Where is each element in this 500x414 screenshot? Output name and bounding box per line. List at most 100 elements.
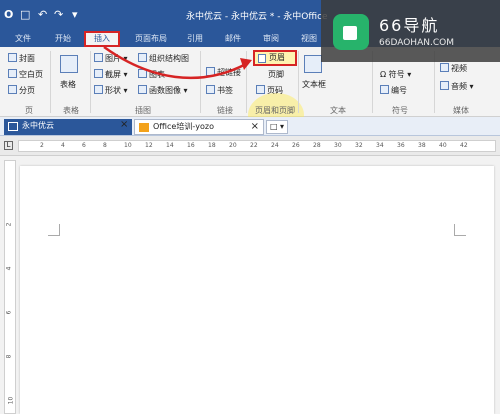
word-processor-window: O □ ↶ ↷ ▾ 永中优云 - 永中优云 * - 永中Office 文件 开始… [0, 0, 500, 414]
header-button[interactable]: 页眉 [253, 50, 297, 66]
document-page[interactable] [20, 166, 494, 414]
audio-label: 音频 [451, 82, 467, 91]
function-graph-button[interactable]: 函数图像 ▾ [138, 85, 188, 97]
shape-icon [94, 85, 103, 94]
undo-icon[interactable]: ↶ [38, 8, 47, 21]
textbox-button[interactable]: 文本框 [302, 79, 326, 91]
vertical-ruler: 2 4 6 8 10 [4, 160, 16, 414]
cover-icon [8, 53, 17, 62]
audio-icon [440, 81, 449, 90]
tab-insert[interactable]: 插入 [84, 31, 120, 47]
tab-stop-selector[interactable]: L [4, 141, 13, 150]
group-label-symbol: 符号 [392, 106, 408, 115]
ruler-mark: 16 [187, 142, 195, 149]
vertical-ruler-mark: 4 [5, 266, 13, 271]
close-tab-icon[interactable]: × [120, 119, 128, 130]
vertical-ruler-mark: 8 [5, 354, 13, 359]
page-number-button[interactable]: 页码 [256, 85, 283, 97]
page-break-label: 分页 [19, 86, 35, 95]
ruler-mark: 40 [439, 142, 447, 149]
blank-page-button[interactable]: 空白页 [8, 69, 43, 81]
hyperlink-label: 超链接 [217, 68, 241, 77]
ruler-mark: 26 [292, 142, 300, 149]
app-logo: O [4, 8, 14, 21]
org-chart-label: 组织结构图 [149, 54, 189, 63]
org-chart-icon [138, 53, 147, 62]
picture-button[interactable]: 图片 ▾ [94, 53, 128, 65]
audio-button[interactable]: 音频 ▾ [440, 81, 474, 93]
document-tabs: 永中优云 × Office培训-yozo × □ ▾ [0, 117, 500, 136]
page-number-icon [256, 85, 265, 94]
ruler-mark: 8 [103, 142, 107, 149]
numbering-label: 编号 [391, 86, 407, 95]
ruler-mark: 20 [229, 142, 237, 149]
site-watermark: 66导航 66DAOHAN.COM [321, 0, 500, 62]
screenshot-button[interactable]: 截屏 ▾ [94, 69, 128, 81]
tab-mailings[interactable]: 邮件 [218, 32, 248, 46]
page-break-icon [8, 85, 17, 94]
vertical-ruler-mark: 6 [5, 310, 13, 315]
group-label-link: 链接 [217, 106, 233, 115]
numbering-button[interactable]: 编号 [380, 85, 407, 97]
footer-label: 页脚 [268, 70, 284, 79]
bookmark-button[interactable]: 书签 [206, 85, 233, 97]
org-chart-button[interactable]: 组织结构图 [138, 53, 189, 65]
shape-button[interactable]: 形状 ▾ [94, 85, 128, 97]
blank-page-label: 空白页 [19, 70, 43, 79]
window-title: 永中优云 - 永中优云 * - 永中Office [186, 12, 328, 22]
document-icon [8, 122, 18, 131]
group-divider [298, 51, 299, 113]
ruler-mark: 30 [334, 142, 342, 149]
ruler-mark: 6 [82, 142, 86, 149]
chart-button[interactable]: 图表 [138, 69, 165, 81]
group-label-page: 页 [25, 106, 33, 115]
symbol-button[interactable]: Ω 符号 ▾ [380, 69, 411, 81]
screenshot-label: 截屏 [105, 70, 121, 79]
function-graph-label: 函数图像 [149, 86, 181, 95]
doc-tab-label: Office培训-yozo [153, 122, 214, 131]
customize-quick-access-icon[interactable]: ▾ [72, 8, 78, 21]
picture-label: 图片 [105, 54, 121, 63]
tab-file[interactable]: 文件 [8, 32, 38, 46]
symbol-label: 符号 [388, 70, 405, 79]
doc-tab-office-training[interactable]: Office培训-yozo × [134, 119, 264, 135]
ruler-mark: 12 [145, 142, 153, 149]
tab-page-layout[interactable]: 页面布局 [128, 32, 174, 46]
horizontal-ruler: L 2 4 6 8 10 12 14 16 18 20 22 24 26 28 30 32 34 36 38 40 42 [0, 136, 500, 156]
vertical-ruler-mark: 10 [7, 396, 15, 405]
video-label: 视频 [451, 64, 467, 73]
tab-review[interactable]: 审阅 [256, 32, 286, 46]
tab-references[interactable]: 引用 [180, 32, 210, 46]
ruler-mark: 14 [166, 142, 174, 149]
tab-view[interactable]: 视图 [294, 32, 324, 46]
doc-tab-yozo-cloud[interactable]: 永中优云 [4, 119, 132, 135]
tab-home[interactable]: 开始 [48, 32, 78, 46]
margin-corner [454, 224, 466, 236]
table-button[interactable]: 表格 [60, 79, 76, 91]
group-divider [246, 51, 247, 113]
group-divider [90, 51, 91, 113]
ruler-mark: 36 [397, 142, 405, 149]
group-label-table: 表格 [63, 106, 79, 115]
close-tab-icon[interactable]: × [251, 120, 259, 134]
watermark-subtitle: 66DAOHAN.COM [379, 38, 454, 48]
footer-button[interactable]: 页脚 [256, 69, 284, 81]
hyperlink-button[interactable]: 超链接 [206, 67, 241, 79]
page-break-button[interactable]: 分页 [8, 85, 35, 97]
vertical-ruler-mark: 2 [5, 222, 13, 227]
cover-button[interactable]: 封面 [8, 53, 35, 65]
page-number-label: 页码 [267, 86, 283, 95]
save-icon[interactable]: □ [20, 8, 30, 21]
video-button[interactable]: 视频 [440, 63, 467, 75]
header-label: 页眉 [269, 53, 285, 62]
hyperlink-icon [206, 67, 215, 76]
ruler-mark: 18 [208, 142, 216, 149]
new-tab-button[interactable]: □ ▾ [266, 120, 288, 134]
chart-icon [138, 69, 147, 78]
group-label-header-footer: 页眉和页脚 [255, 106, 295, 115]
group-divider [200, 51, 201, 113]
redo-icon[interactable]: ↷ [54, 8, 63, 21]
chart-label: 图表 [149, 70, 165, 79]
function-graph-icon [138, 85, 147, 94]
margin-corner [48, 224, 60, 236]
